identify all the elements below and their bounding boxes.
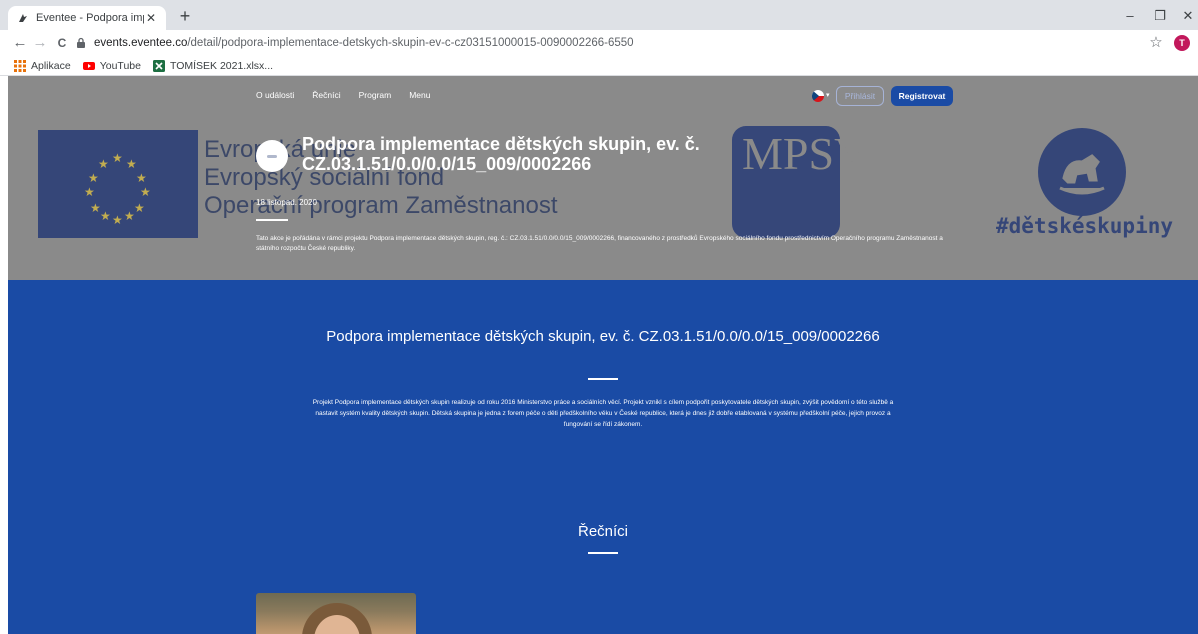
svg-text:★: ★ <box>126 157 137 171</box>
url-text: events.eventee.co/detail/podpora-impleme… <box>94 37 634 49</box>
event-title: Podpora implementace dětských skupin, ev… <box>302 134 700 174</box>
nav-item-menu[interactable]: Menu <box>409 90 430 100</box>
speaker-photo[interactable] <box>256 593 416 634</box>
reload-button[interactable]: C <box>52 33 72 53</box>
browser-toolbar: ← → C events.eventee.co/detail/podpora-i… <box>0 30 1198 56</box>
bookmark-label: TOMÍSEK 2021.xlsx... <box>169 59 274 72</box>
svg-text:★: ★ <box>134 201 145 215</box>
rocking-horse-icon <box>1038 128 1126 216</box>
speakers-title: Řečníci <box>577 523 629 540</box>
web-page: ★ ★ ★ ★ ★ ★ ★ ★ ★ ★ ★ ★ Evropská unie Evropský s… <box>8 76 1198 634</box>
back-button[interactable]: ← <box>10 33 30 53</box>
svg-text:★: ★ <box>88 171 99 185</box>
divider <box>588 552 618 554</box>
eu-flag-logo: ★ ★ ★ ★ ★ ★ ★ ★ ★ ★ ★ ★ <box>38 130 198 238</box>
svg-text:★: ★ <box>98 157 109 171</box>
event-logo <box>256 140 288 172</box>
eventee-icon <box>16 11 30 25</box>
event-description: Tato akce je pořádána v rámci projektu P… <box>256 235 943 252</box>
lock-icon <box>76 37 86 49</box>
excel-icon <box>152 59 165 72</box>
tab-title: Eventee - Podpora implementac <box>36 12 144 24</box>
bookmark-star-icon[interactable]: ☆ <box>1146 33 1166 53</box>
browser-tab[interactable]: Eventee - Podpora implementac ✕ <box>8 6 166 30</box>
site-nav: O události Řečníci Program Menu <box>256 90 430 100</box>
forward-button[interactable]: → <box>30 33 50 53</box>
svg-text:★: ★ <box>136 171 147 185</box>
browser-tabstrip: Eventee - Podpora implementac ✕ + – ❐ ✕ <box>0 0 1198 30</box>
bookmark-youtube[interactable]: YouTube <box>82 59 141 72</box>
profile-avatar[interactable]: T <box>1174 35 1190 51</box>
youtube-icon <box>82 60 95 72</box>
svg-text:★: ★ <box>124 209 135 223</box>
url-host: events.eventee.co <box>94 37 188 49</box>
about-description: Projekt Podpora implementace dětských sk… <box>312 399 894 428</box>
bookmark-label: Aplikace <box>31 59 71 72</box>
new-tab-button[interactable]: + <box>174 6 196 28</box>
bookmark-label: YouTube <box>99 59 141 72</box>
chevron-down-icon[interactable]: ▾ <box>826 91 830 99</box>
czech-flag-icon[interactable] <box>812 90 824 102</box>
about-title: Podpora implementace dětských skupin, ev… <box>326 328 880 345</box>
bookmarks-bar: Aplikace YouTube TOMÍSEK 2021.xlsx... <box>0 56 1198 76</box>
svg-text:★: ★ <box>112 151 123 165</box>
svg-text:★: ★ <box>84 185 95 199</box>
hashtag-text: #dětskéskupiny <box>996 214 1174 238</box>
restore-button[interactable]: ❐ <box>1148 6 1172 26</box>
close-window-button[interactable]: ✕ <box>1176 6 1198 26</box>
bookmark-excel[interactable]: TOMÍSEK 2021.xlsx... <box>152 59 274 72</box>
event-date: 18 listopad. 2020 <box>256 198 317 207</box>
hero-section: ★ ★ ★ ★ ★ ★ ★ ★ ★ ★ ★ ★ Evropská unie Evropský s… <box>8 76 1198 280</box>
register-button[interactable]: Registrovat <box>891 86 953 106</box>
nav-item-speakers[interactable]: Řečníci <box>312 90 340 100</box>
divider <box>256 219 288 221</box>
about-section: Podpora implementace dětských skupin, ev… <box>8 280 1198 634</box>
nav-item-program[interactable]: Program <box>359 90 392 100</box>
url-path: /detail/podpora-implementace-detskych-sk… <box>187 37 634 49</box>
svg-text:★: ★ <box>100 209 111 223</box>
login-button[interactable]: Přihlásit <box>836 86 884 106</box>
minimize-button[interactable]: – <box>1118 6 1142 26</box>
close-tab-icon[interactable]: ✕ <box>144 11 158 25</box>
divider <box>588 378 618 380</box>
svg-text:★: ★ <box>112 213 123 227</box>
svg-text:★: ★ <box>140 185 151 199</box>
apps-grid-icon <box>14 59 26 72</box>
nav-item-about[interactable]: O události <box>256 90 294 100</box>
bookmark-apps[interactable]: Aplikace <box>14 59 71 72</box>
address-bar[interactable]: events.eventee.co/detail/podpora-impleme… <box>76 33 1136 53</box>
